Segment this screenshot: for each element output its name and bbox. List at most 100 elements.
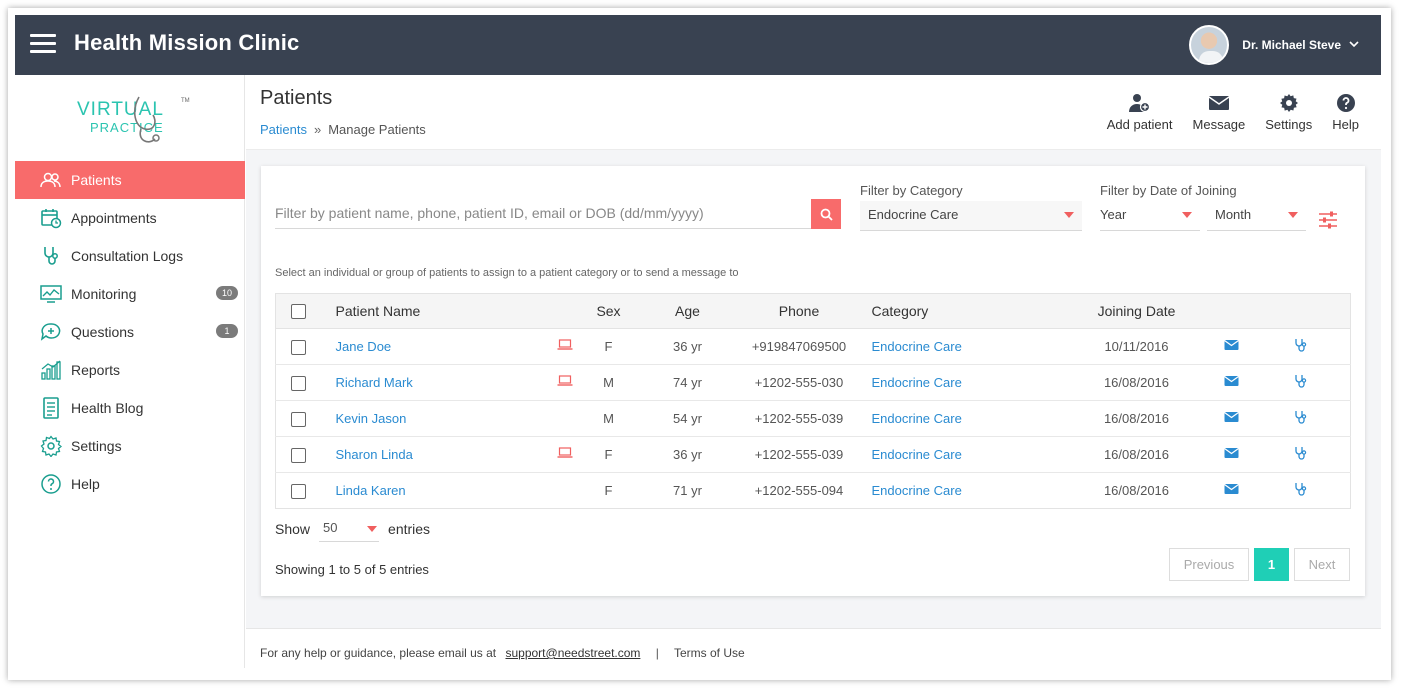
table-row: Jane Doe F 36 yr +919847069500 Endocrine… <box>275 328 1351 365</box>
laptop-icon <box>557 375 572 386</box>
hamburger-menu-icon[interactable] <box>30 34 56 54</box>
show-label: Show <box>275 521 311 537</box>
category-link[interactable]: Endocrine Care <box>872 411 962 426</box>
row-checkbox[interactable] <box>290 447 306 463</box>
row-checkbox[interactable] <box>290 375 306 391</box>
search-icon <box>820 208 833 221</box>
calendar-icon <box>40 207 62 229</box>
patient-name-link[interactable]: Linda Karen <box>336 483 406 498</box>
virtual-practice-logo: VIRTUAL TM PRACTICE <box>75 93 195 149</box>
page-1-button[interactable]: 1 <box>1254 548 1289 581</box>
sidebar-item-questions[interactable]: Questions 1 <box>15 313 245 351</box>
settings-button[interactable]: Settings <box>1265 93 1312 132</box>
patients-card: Filter by Category Endocrine Care Filter… <box>261 166 1365 596</box>
patient-name-link[interactable]: Kevin Jason <box>336 411 407 426</box>
sex-cell: M <box>578 364 639 401</box>
sidebar-item-label: Settings <box>71 438 122 454</box>
category-link[interactable]: Endocrine Care <box>872 483 962 498</box>
stethoscope-icon[interactable] <box>1294 374 1308 389</box>
phone-cell: +1202-555-039 <box>736 400 862 437</box>
sidebar: VIRTUAL TM PRACTICE Patients Appointment… <box>15 75 245 668</box>
col-joining-date[interactable]: Joining Date <box>1061 293 1212 329</box>
category-cell: Endocrine Care <box>861 328 1062 365</box>
breadcrumb: Patients » Manage Patients <box>260 122 426 137</box>
breadcrumb-current: Manage Patients <box>328 122 426 137</box>
patient-name-link[interactable]: Richard Mark <box>336 375 413 390</box>
date-filter-label: Filter by Date of Joining <box>1100 183 1237 198</box>
col-phone[interactable]: Phone <box>736 293 862 329</box>
sidebar-item-health-blog[interactable]: Health Blog <box>15 389 245 427</box>
sidebar-item-patients[interactable]: Patients <box>15 161 245 199</box>
table-header-row: Patient Name Sex Age Phone Category Join… <box>275 293 1351 329</box>
year-select[interactable]: Year <box>1100 201 1200 231</box>
app-window: Health Mission Clinic Dr. Michael Steve … <box>8 8 1391 680</box>
user-menu[interactable]: Dr. Michael Steve <box>1189 25 1359 65</box>
col-sex[interactable]: Sex <box>578 293 639 329</box>
search-button[interactable] <box>811 199 841 229</box>
sidebar-item-monitoring[interactable]: Monitoring 10 <box>15 275 245 313</box>
sidebar-item-help[interactable]: Help <box>15 465 245 503</box>
row-checkbox[interactable] <box>290 411 306 427</box>
category-cell: Endocrine Care <box>862 473 1062 509</box>
month-select[interactable]: Month <box>1207 201 1306 231</box>
envelope-icon[interactable] <box>1224 447 1239 459</box>
col-age[interactable]: Age <box>638 293 737 329</box>
col-category[interactable]: Category <box>861 293 1062 329</box>
stethoscope-icon[interactable] <box>1294 410 1308 425</box>
breadcrumb-separator: » <box>313 122 322 137</box>
page-toolbar: Add patient Message Settings Help <box>1107 93 1359 132</box>
envelope-icon <box>1208 96 1230 110</box>
col-consult <box>1251 293 1351 329</box>
envelope-icon[interactable] <box>1224 339 1239 351</box>
monitoring-count-badge: 10 <box>215 286 238 300</box>
sidebar-item-consultation-logs[interactable]: Consultation Logs <box>15 237 245 275</box>
year-select-value: Year <box>1100 207 1127 222</box>
top-bar: Health Mission Clinic Dr. Michael Steve <box>15 15 1381 75</box>
add-patient-button[interactable]: Add patient <box>1107 93 1173 132</box>
sidebar-item-appointments[interactable]: Appointments <box>15 199 245 237</box>
search-input[interactable] <box>275 199 805 227</box>
consult-cell <box>1251 436 1351 473</box>
patient-name-link[interactable]: Jane Doe <box>336 339 392 354</box>
category-link[interactable]: Endocrine Care <box>872 375 962 390</box>
next-page-button[interactable]: Next <box>1294 548 1350 581</box>
filter-adjust-icon[interactable] <box>1318 211 1338 234</box>
breadcrumb-patients-link[interactable]: Patients <box>260 122 307 137</box>
previous-page-button[interactable]: Previous <box>1169 548 1249 581</box>
device-cell <box>550 364 579 401</box>
support-email-link[interactable]: support@needstreet.com <box>505 646 640 660</box>
help-button[interactable]: Help <box>1332 93 1359 132</box>
main-content: Patients Patients » Manage Patients Add pa… <box>246 75 1381 668</box>
terms-of-use-link[interactable]: Terms of Use <box>674 646 745 660</box>
select-all-cell <box>275 293 321 329</box>
row-checkbox[interactable] <box>290 339 306 355</box>
category-select[interactable]: Endocrine Care <box>860 201 1082 231</box>
envelope-icon[interactable] <box>1224 375 1239 387</box>
category-link[interactable]: Endocrine Care <box>872 447 962 462</box>
stethoscope-icon[interactable] <box>1294 482 1308 497</box>
sidebar-item-label: Appointments <box>71 210 157 226</box>
sidebar-item-reports[interactable]: Reports <box>15 351 245 389</box>
row-checkbox[interactable] <box>290 483 306 499</box>
row-select-cell <box>275 328 321 365</box>
user-name: Dr. Michael Steve <box>1242 38 1341 52</box>
patient-name-link[interactable]: Sharon Linda <box>336 447 413 462</box>
category-link[interactable]: Endocrine Care <box>872 339 962 354</box>
stethoscope-icon[interactable] <box>1294 446 1308 461</box>
envelope-icon[interactable] <box>1224 411 1239 423</box>
sidebar-item-settings[interactable]: Settings <box>15 427 245 465</box>
phone-cell: +1202-555-094 <box>754 483 844 498</box>
age-cell: 54 yr <box>638 400 737 437</box>
device-cell <box>550 328 579 365</box>
consult-cell <box>1251 400 1351 437</box>
page-size-control: Show 50 entries <box>275 516 430 542</box>
col-patient-name[interactable]: Patient Name <box>320 293 551 329</box>
envelope-icon[interactable] <box>1224 483 1239 495</box>
settings-label: Settings <box>1265 117 1313 132</box>
sex-cell: F <box>604 483 613 498</box>
stethoscope-icon[interactable] <box>1294 338 1308 353</box>
select-all-checkbox[interactable] <box>290 304 306 320</box>
message-button[interactable]: Message <box>1193 93 1245 132</box>
page-size-select[interactable]: 50 <box>319 516 380 542</box>
laptop-icon <box>557 339 572 350</box>
